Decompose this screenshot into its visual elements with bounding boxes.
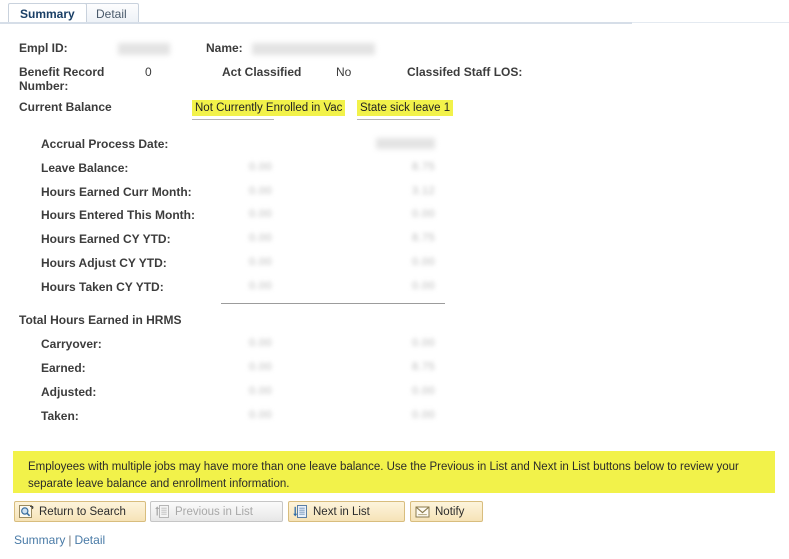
row-label-hours-taken-cy-ytd: Hours Taken CY YTD:: [41, 280, 164, 294]
totals-section-title: Total Hours Earned in HRMS: [19, 313, 182, 327]
tab-detail[interactable]: Detail: [84, 3, 139, 22]
tab-strip-underline: [0, 22, 632, 24]
row-label-hours-earned-cy-ytd: Hours Earned CY YTD:: [41, 232, 171, 246]
row-value-hours-taken-cy-ytd-col1: 0.00: [248, 280, 272, 292]
tab-strip: Summary Detail: [0, 0, 789, 25]
row-label-hours-adjust-cy-ytd: Hours Adjust CY YTD:: [41, 256, 167, 270]
next-in-list-icon: [293, 504, 308, 519]
row-value-hours-entered-this-month-col1: 0.00: [248, 208, 272, 220]
row-label-adjusted: Adjusted:: [41, 385, 97, 399]
column-header-sick: State sick leave 1: [357, 100, 454, 116]
row-value-adjusted-col2: 0.00: [411, 385, 435, 397]
benefit-record-number-label: Benefit Record Number:: [19, 65, 105, 93]
current-balance-label: Current Balance: [19, 100, 112, 114]
row-label-carryover: Carryover:: [41, 337, 102, 351]
tab-summary[interactable]: Summary: [8, 3, 87, 22]
act-classified-value: No: [336, 65, 352, 79]
totals-section-divider: [221, 303, 445, 304]
name-label: Name:: [206, 41, 243, 55]
row-label-leave-balance: Leave Balance:: [41, 161, 129, 175]
empl-id-label: Empl ID:: [19, 41, 68, 55]
row-value-hours-earned-cy-ytd-col2: 8.75: [411, 232, 435, 244]
row-value-accrual-process-date-col2: 00/00/0000: [375, 137, 435, 149]
notify-label: Notify: [435, 505, 465, 518]
bottom-link-summary[interactable]: Summary: [14, 533, 65, 547]
row-value-hours-earned-curr-month-col1: 0.00: [248, 185, 272, 197]
row-value-hours-earned-cy-ytd-col1: 0.00: [248, 232, 272, 244]
notify-button[interactable]: Notify: [410, 501, 483, 522]
row-label-earned: Earned:: [41, 361, 86, 375]
multiple-jobs-notice: Employees with multiple jobs may have mo…: [13, 451, 775, 493]
row-value-adjusted-col1: 0.00: [248, 385, 272, 397]
previous-in-list-label: Previous in List: [175, 505, 253, 518]
row-value-taken-col1: 0.00: [248, 409, 272, 421]
row-value-hours-adjust-cy-ytd-col2: 0.00: [411, 256, 435, 268]
previous-in-list-button: Previous in List: [150, 501, 283, 522]
multiple-jobs-notice-text: Employees with multiple jobs may have mo…: [28, 461, 739, 490]
return-to-search-label: Return to Search: [39, 505, 126, 518]
row-value-carryover-col2: 0.00: [411, 337, 435, 349]
column-header-vacation: Not Currently Enrolled in Vac: [192, 100, 346, 116]
bottom-link-detail[interactable]: Detail: [74, 533, 105, 547]
bottom-links: Summary | Detail: [14, 533, 105, 547]
name-redacted: Name Value: [252, 42, 375, 55]
row-value-hours-entered-this-month-col2: 0.00: [411, 208, 435, 220]
row-value-earned-col1: 0.00: [248, 361, 272, 373]
notify-icon: [415, 505, 430, 519]
column-rule-vacation: [192, 119, 274, 120]
benefit-record-number-value: 0: [145, 65, 152, 79]
tab-detail-label: Detail: [96, 7, 127, 21]
bottom-link-separator: |: [68, 533, 72, 547]
name-value: Name Value: [252, 41, 375, 55]
empl-id-value: 000000: [118, 41, 170, 55]
row-value-hours-adjust-cy-ytd-col1: 0.00: [248, 256, 272, 268]
next-in-list-button[interactable]: Next in List: [288, 501, 405, 522]
row-value-taken-col2: 0.00: [411, 409, 435, 421]
column-rule-sick: [357, 119, 440, 120]
return-to-search-button[interactable]: Return to Search: [14, 501, 146, 522]
row-value-hours-taken-cy-ytd-col2: 0.00: [411, 280, 435, 292]
act-classified-label: Act Classified: [222, 65, 302, 79]
row-value-earned-col2: 8.75: [411, 361, 435, 373]
row-label-hours-earned-curr-month: Hours Earned Curr Month:: [41, 185, 192, 199]
row-label-accrual-process-date: Accrual Process Date:: [41, 137, 169, 151]
next-in-list-label: Next in List: [313, 505, 370, 518]
tab-strip-underline-right: [632, 22, 789, 23]
row-label-taken: Taken:: [41, 409, 79, 423]
empl-id-redacted: 000000: [118, 42, 170, 55]
row-value-leave-balance-col2: 8.75: [411, 161, 435, 173]
previous-in-list-icon: [155, 504, 170, 519]
row-value-carryover-col1: 0.00: [248, 337, 272, 349]
row-value-leave-balance-col1: 0.00: [248, 161, 272, 173]
row-value-hours-earned-curr-month-col2: 3.12: [411, 185, 435, 197]
return-to-search-icon: [19, 504, 34, 519]
tab-summary-label: Summary: [20, 7, 75, 21]
classified-staff-los-label: Classifed Staff LOS:: [407, 65, 523, 79]
row-label-hours-entered-this-month: Hours Entered This Month:: [41, 208, 195, 222]
